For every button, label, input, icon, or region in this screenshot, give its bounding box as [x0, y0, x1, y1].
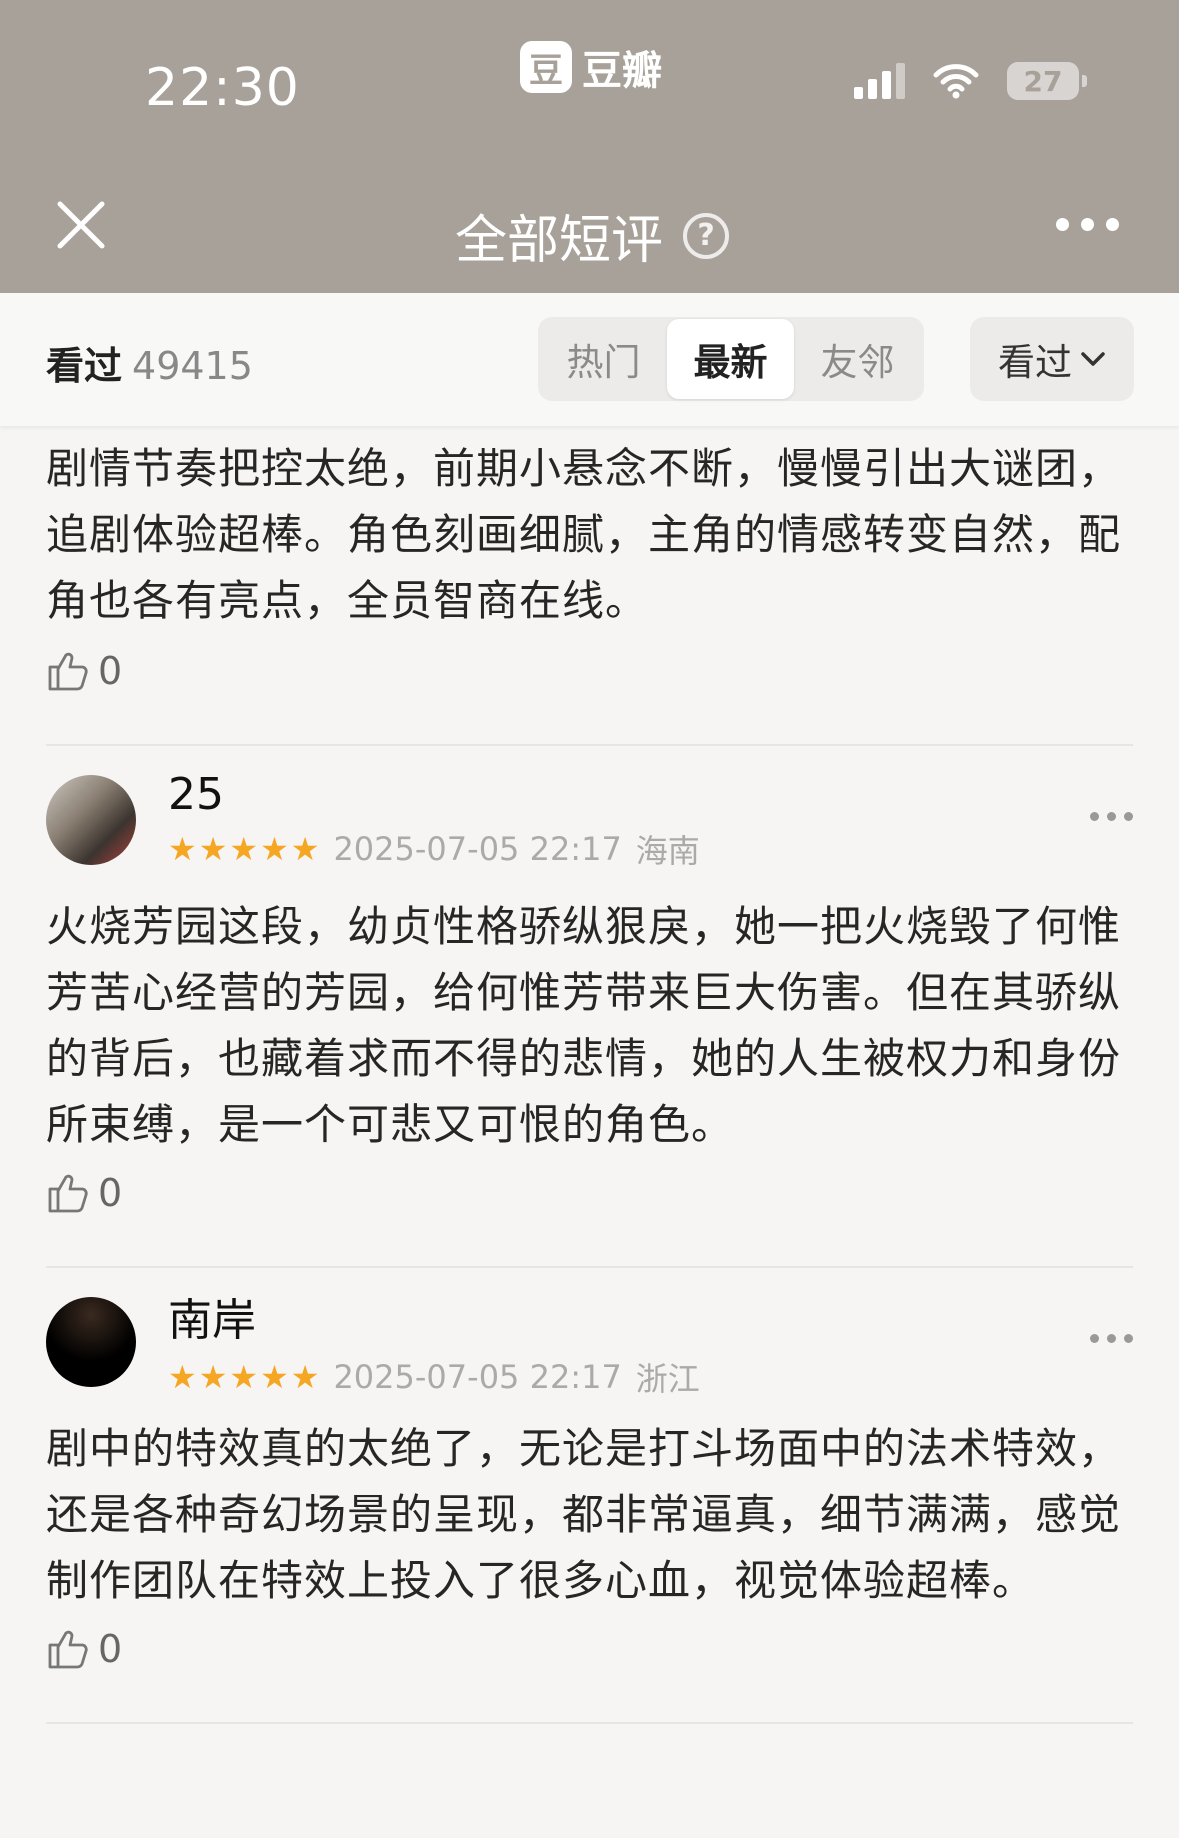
star-rating: ★ ★ ★ ★ ★: [168, 1361, 319, 1393]
list-item: 25 ★ ★ ★ ★ ★ 2025-07-05 22:17 海南 火烧芳园这段，幼贞性格…: [0, 746, 1179, 1266]
brand-name: 豆瓣: [582, 48, 662, 94]
like-count: 0: [98, 649, 123, 693]
status-filter-dropdown[interactable]: 看过: [970, 317, 1134, 401]
review-more-icon[interactable]: [1090, 812, 1133, 821]
review-location: 海南: [635, 831, 700, 870]
help-icon[interactable]: ?: [683, 212, 730, 259]
review-meta: ★ ★ ★ ★ ★ 2025-07-05 22:17 海南: [168, 826, 700, 872]
like-button[interactable]: 0: [46, 1158, 1133, 1228]
tab-latest[interactable]: 最新: [667, 319, 794, 399]
star-icon: ★: [290, 829, 320, 868]
cellular-signal-icon: [854, 63, 905, 99]
dropdown-label: 看过: [998, 341, 1072, 384]
star-icon: ★: [198, 829, 228, 868]
wifi-icon: [933, 64, 979, 99]
like-count: 0: [98, 1171, 123, 1215]
close-icon[interactable]: [56, 200, 106, 250]
review-meta: ★ ★ ★ ★ ★ 2025-07-05 22:17 浙江: [168, 1354, 700, 1400]
battery-icon: 27: [1007, 62, 1087, 100]
filter-bar: 看过 49415 热门 最新 友邻 看过: [0, 293, 1179, 426]
review-text: 火烧芳园这段，幼贞性格骄纵狠戾，她一把火烧毁了何惟芳苦心经营的芳园，给何惟芳带来…: [46, 902, 1122, 1149]
review-more-icon[interactable]: [1090, 1334, 1133, 1343]
review-location: 浙江: [635, 1360, 700, 1398]
list-item: 剧情节奏把控太绝，前期小悬念不断，慢慢引出大谜团，追剧体验超棒。角色刻画细腻，主…: [0, 426, 1179, 744]
like-count: 0: [98, 1627, 123, 1671]
page-title: 全部短评 ?: [455, 198, 730, 273]
review-date: 2025-07-05 22:17: [333, 1358, 622, 1396]
star-rating: ★ ★ ★ ★ ★: [168, 833, 319, 865]
thumbs-up-icon: [48, 1630, 88, 1669]
star-icon: ★: [260, 829, 289, 868]
star-icon: ★: [229, 1358, 259, 1396]
sort-tabs: 热门 最新 友邻: [538, 317, 924, 401]
tab-friends[interactable]: 友邻: [794, 319, 921, 399]
status-icons: 27: [854, 62, 1087, 100]
seen-count: 49415: [132, 344, 253, 388]
review-header: 25 ★ ★ ★ ★ ★ 2025-07-05 22:17 海南: [46, 746, 1133, 894]
avatar[interactable]: [46, 775, 136, 865]
more-options-icon[interactable]: [1056, 218, 1119, 231]
status-time: 22:30: [145, 58, 300, 118]
seen-count-label: 看过 49415: [46, 335, 253, 390]
username[interactable]: 南岸: [168, 1284, 700, 1348]
review-list: 剧情节奏把控太绝，前期小悬念不断，慢慢引出大谜团，追剧体验超棒。角色刻画细腻，主…: [0, 426, 1179, 1724]
star-icon: ★: [290, 1358, 320, 1396]
review-date: 2025-07-05 22:17: [333, 829, 622, 868]
star-icon: ★: [168, 829, 197, 868]
username[interactable]: 25: [168, 769, 700, 820]
thumbs-up-icon: [48, 1174, 88, 1213]
douban-logo-icon: 豆: [520, 41, 572, 93]
review-header: 南岸 ★ ★ ★ ★ ★ 2025-07-05 22:17 浙江: [46, 1268, 1133, 1416]
star-icon: ★: [168, 1358, 197, 1396]
app-brand: 豆 豆瓣: [520, 38, 662, 96]
star-icon: ★: [198, 1358, 228, 1396]
tab-hot[interactable]: 热门: [540, 319, 667, 399]
star-icon: ★: [260, 1358, 289, 1396]
divider: [46, 1722, 1133, 1724]
seen-label-text: 看过: [46, 344, 123, 388]
top-bar: 22:30 豆 豆瓣 27 全部短评 ?: [0, 0, 1179, 293]
like-button[interactable]: 0: [46, 636, 1133, 706]
chevron-down-icon: [1081, 352, 1105, 366]
review-text: 剧中的特效真的太绝了，无论是打斗场面中的法术特效，还是各种奇幻场景的呈现，都非常…: [46, 1424, 1122, 1605]
star-icon: ★: [229, 829, 259, 868]
thumbs-up-icon: [48, 652, 88, 691]
avatar[interactable]: [46, 1297, 136, 1387]
review-text: 剧情节奏把控太绝，前期小悬念不断，慢慢引出大谜团，追剧体验超棒。角色刻画细腻，主…: [46, 444, 1122, 625]
like-button[interactable]: 0: [46, 1614, 1133, 1684]
page-title-text: 全部短评: [455, 211, 664, 271]
list-item: 南岸 ★ ★ ★ ★ ★ 2025-07-05 22:17 浙江 剧中的特效真的太绝了，…: [0, 1268, 1179, 1722]
